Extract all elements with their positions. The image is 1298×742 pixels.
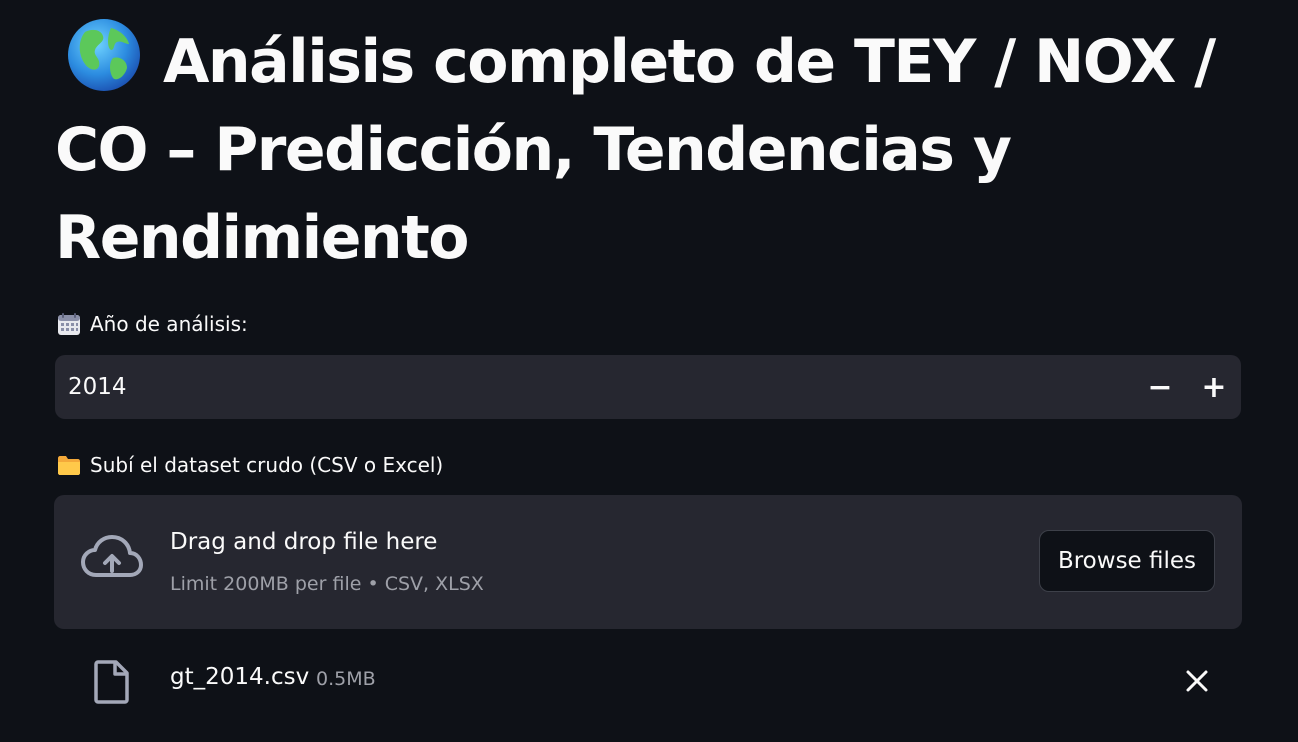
dropzone-limit-text: Limit 200MB per file • CSV, XLSX bbox=[170, 573, 484, 595]
decrement-button[interactable]: − bbox=[1133, 355, 1187, 419]
file-dropzone[interactable]: Drag and drop file here Limit 200MB per … bbox=[54, 495, 1242, 629]
dropzone-instructions: Drag and drop file here bbox=[170, 529, 438, 555]
globe-icon bbox=[67, 18, 141, 92]
cloud-upload-icon bbox=[80, 533, 144, 583]
uploader-label: Subí el dataset crudo (CSV o Excel) bbox=[57, 453, 443, 477]
folder-icon bbox=[57, 453, 81, 477]
close-icon[interactable] bbox=[1182, 666, 1212, 696]
page-title: Análisis completo de TEY / NOX / CO – Pr… bbox=[55, 18, 1245, 282]
calendar-icon bbox=[57, 312, 81, 336]
year-number-input: − + bbox=[55, 355, 1241, 419]
uploaded-file-size: 0.5MB bbox=[316, 668, 376, 690]
uploaded-file-row: gt_2014.csv 0.5MB bbox=[54, 650, 1242, 714]
app-page: Análisis completo de TEY / NOX / CO – Pr… bbox=[0, 0, 1298, 742]
year-input-field[interactable] bbox=[55, 373, 1133, 401]
file-icon bbox=[94, 660, 130, 704]
increment-button[interactable]: + bbox=[1187, 355, 1241, 419]
browse-files-button[interactable]: Browse files bbox=[1039, 530, 1215, 592]
year-input-label-text: Año de análisis: bbox=[90, 312, 248, 336]
year-input-label: Año de análisis: bbox=[57, 312, 248, 336]
uploader-label-text: Subí el dataset crudo (CSV o Excel) bbox=[90, 453, 444, 477]
uploaded-file-name: gt_2014.csv bbox=[170, 664, 310, 690]
page-title-text: Análisis completo de TEY / NOX / CO – Pr… bbox=[55, 27, 1216, 273]
